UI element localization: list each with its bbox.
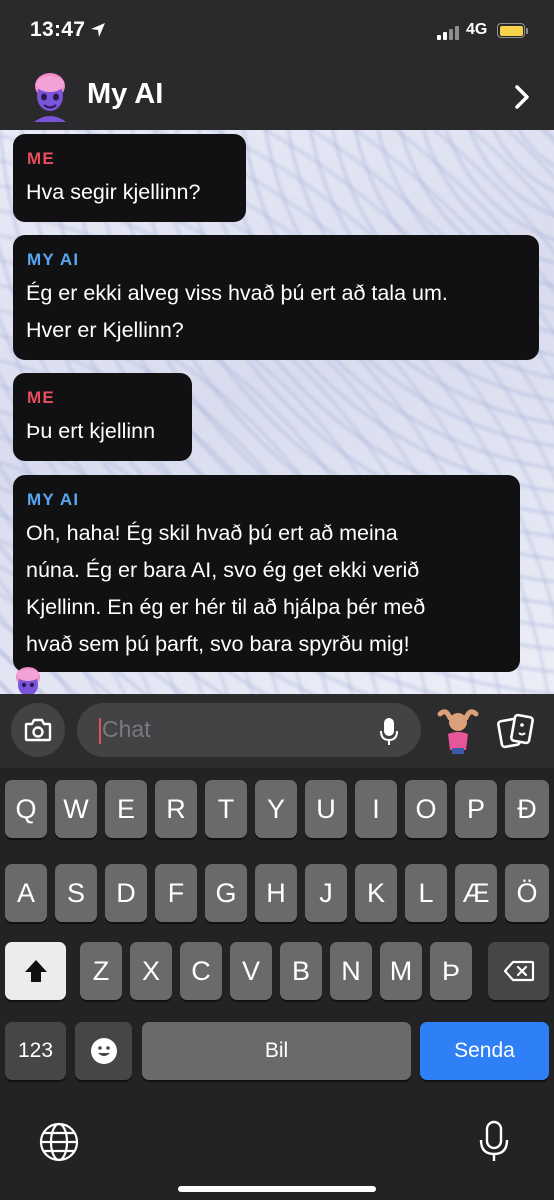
battery-icon (497, 23, 525, 38)
message-bubble-me: ME Þu ert kjellinn (13, 373, 192, 461)
home-indicator (178, 1186, 376, 1192)
message-text: Kjellinn. En ég er hér til að hjálpa þér… (26, 595, 426, 619)
page-title[interactable]: My AI (87, 78, 163, 111)
message-text: Þu ert kjellinn (26, 419, 156, 443)
key[interactable]: L (405, 864, 447, 922)
sender-label: MY AI (27, 490, 80, 509)
camera-icon (24, 718, 52, 742)
key[interactable]: P (455, 780, 497, 838)
sender-label: ME (27, 149, 55, 168)
key[interactable]: R (155, 780, 197, 838)
shift-icon (24, 960, 47, 982)
message-text: Oh, haha! Ég skil hvað þú ert að meina (26, 521, 398, 545)
key[interactable]: E (105, 780, 147, 838)
signal-icon (437, 26, 461, 40)
microphone-icon[interactable] (478, 1120, 510, 1164)
key[interactable]: S (55, 864, 97, 922)
key[interactable]: X (130, 942, 172, 1000)
chat-input[interactable]: Chat (77, 703, 421, 757)
chat-header: My AI (0, 62, 554, 130)
sender-label: ME (27, 388, 55, 407)
cards-icon[interactable] (496, 711, 536, 751)
emoji-key[interactable] (75, 1022, 132, 1080)
message-text: hvað sem þú þarft, svo bara spyrðu mig! (26, 632, 410, 656)
key[interactable]: M (380, 942, 422, 1000)
emoji-icon (90, 1038, 117, 1064)
sender-label: MY AI (27, 250, 80, 269)
chat-area[interactable]: ME Hva segir kjellinn? MY AI Ég er ekki … (0, 130, 554, 694)
keyboard: Q W E R T Y U I O P Đ A S D F G H J K L … (0, 768, 554, 1200)
message-text: núna. Ég er bara AI, svo ég get ekki ver… (26, 558, 420, 582)
key[interactable]: K (355, 864, 397, 922)
chevron-right-icon[interactable] (512, 84, 532, 110)
key[interactable]: Y (255, 780, 297, 838)
message-bubble-ai: MY AI Ég er ekki alveg viss hvað þú ert … (13, 235, 539, 360)
bitmoji-icon[interactable] (436, 704, 480, 754)
key[interactable]: Q (5, 780, 47, 838)
key[interactable]: T (205, 780, 247, 838)
microphone-icon[interactable] (379, 717, 399, 747)
message-bubble-ai: MY AI Oh, haha! Ég skil hvað þú ert að m… (13, 475, 520, 672)
status-bar: 13:47 4G (0, 0, 554, 62)
space-key[interactable]: Bil (142, 1022, 411, 1080)
key[interactable]: Z (80, 942, 122, 1000)
battery-cap (526, 28, 528, 34)
key[interactable]: Þ (430, 942, 472, 1000)
key[interactable]: J (305, 864, 347, 922)
location-arrow-icon (91, 23, 105, 37)
ai-avatar-icon (16, 667, 40, 694)
shift-key[interactable] (5, 942, 66, 1000)
key[interactable]: W (55, 780, 97, 838)
key[interactable]: I (355, 780, 397, 838)
camera-button[interactable] (11, 703, 65, 757)
key[interactable]: N (330, 942, 372, 1000)
key[interactable]: O (405, 780, 447, 838)
numbers-key[interactable]: 123 (5, 1022, 66, 1080)
message-text: Hver er Kjellinn? (26, 318, 184, 342)
backspace-icon (503, 960, 534, 982)
composer-bar: Chat (0, 694, 554, 768)
message-bubble-me: ME Hva segir kjellinn? (13, 134, 246, 222)
globe-icon[interactable] (38, 1121, 80, 1163)
send-key[interactable]: Senda (420, 1022, 549, 1080)
key[interactable]: H (255, 864, 297, 922)
key[interactable]: Ö (505, 864, 549, 922)
network-type: 4G (466, 21, 488, 38)
text-caret (99, 718, 101, 744)
chat-placeholder: Chat (102, 716, 151, 742)
key[interactable]: G (205, 864, 247, 922)
key[interactable]: V (230, 942, 272, 1000)
key[interactable]: C (180, 942, 222, 1000)
key[interactable]: D (105, 864, 147, 922)
key[interactable]: Đ (505, 780, 549, 838)
ai-avatar-icon[interactable] (26, 70, 74, 122)
key[interactable]: U (305, 780, 347, 838)
status-time: 13:47 (30, 18, 86, 41)
message-text: Ég er ekki alveg viss hvað þú ert að tal… (26, 281, 448, 305)
key[interactable]: A (5, 864, 47, 922)
message-text: Hva segir kjellinn? (26, 180, 201, 204)
backspace-key[interactable] (488, 942, 549, 1000)
key[interactable]: Æ (455, 864, 497, 922)
key[interactable]: B (280, 942, 322, 1000)
key[interactable]: F (155, 864, 197, 922)
